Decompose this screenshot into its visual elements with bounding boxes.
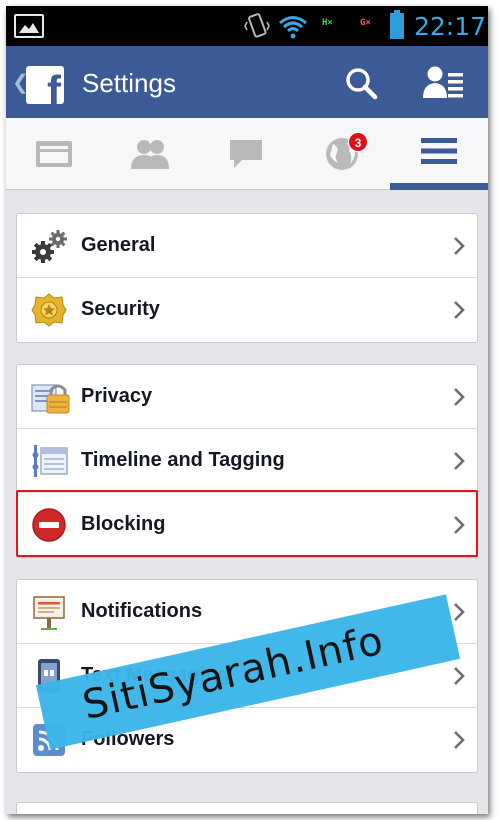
chevron-right-icon <box>454 388 465 406</box>
next-settings-group <box>16 802 478 814</box>
privacy-lock-icon <box>31 379 70 415</box>
menu-icon <box>421 137 457 164</box>
tab-news-feed[interactable] <box>6 118 102 190</box>
battery-icon <box>390 10 404 39</box>
blocking-icon <box>31 507 67 543</box>
timeline-icon <box>31 443 68 479</box>
chevron-right-icon <box>454 237 465 255</box>
security-badge-icon <box>31 292 67 328</box>
tab-bar: 3 <box>6 118 488 190</box>
settings-item-label: General <box>81 234 156 256</box>
clock: 22:17 <box>414 12 487 41</box>
settings-item-label: Privacy <box>81 385 153 407</box>
settings-item-security[interactable]: Security <box>17 278 477 342</box>
page-title: Settings <box>82 68 176 98</box>
phone-screen: H× G× 22:17 ❮ f Settings 3 General Secur… <box>6 6 488 814</box>
settings-item-privacy[interactable]: Privacy <box>17 365 477 429</box>
news-feed-icon <box>36 141 72 167</box>
friend-requests-icon[interactable] <box>422 64 466 105</box>
messages-icon <box>230 140 262 168</box>
tab-menu[interactable] <box>390 118 488 190</box>
gears-icon <box>31 228 67 264</box>
tab-friends[interactable] <box>102 118 198 190</box>
settings-item-label: Blocking <box>81 513 166 535</box>
chevron-right-icon <box>454 667 465 685</box>
settings-item-blocking[interactable]: Blocking <box>17 493 477 557</box>
app-bar: ❮ f Settings <box>6 46 488 118</box>
settings-group-account: General Security <box>16 213 478 343</box>
settings-item-label: Notifications <box>81 600 203 622</box>
tab-notifications[interactable]: 3 <box>294 118 390 190</box>
settings-item-timeline-and-tagging[interactable]: Timeline and Tagging <box>17 429 477 493</box>
facebook-logo[interactable]: f <box>26 66 64 104</box>
settings-item-label: Timeline and Tagging <box>81 449 285 471</box>
signal-indicator-2: G× <box>360 18 371 28</box>
status-bar: H× G× 22:17 <box>6 6 488 46</box>
notifications-sign-icon <box>31 594 67 630</box>
tab-messages[interactable] <box>198 118 294 190</box>
vibrate-icon <box>244 12 270 45</box>
chevron-right-icon <box>454 731 465 749</box>
chevron-right-icon <box>454 516 465 534</box>
chevron-right-icon <box>454 603 465 621</box>
chevron-right-icon <box>454 452 465 470</box>
friends-icon <box>131 140 169 169</box>
signal-indicator-1: H× <box>322 18 333 28</box>
settings-item-general[interactable]: General <box>17 214 477 278</box>
gallery-icon <box>14 14 44 38</box>
settings-item-label: Security <box>81 298 160 320</box>
chevron-right-icon <box>454 301 465 319</box>
search-icon[interactable] <box>344 66 378 105</box>
settings-group-privacy: Privacy Timeline and Tagging Blocking <box>16 364 478 558</box>
notification-badge: 3 <box>348 132 368 152</box>
wifi-icon <box>278 15 308 44</box>
